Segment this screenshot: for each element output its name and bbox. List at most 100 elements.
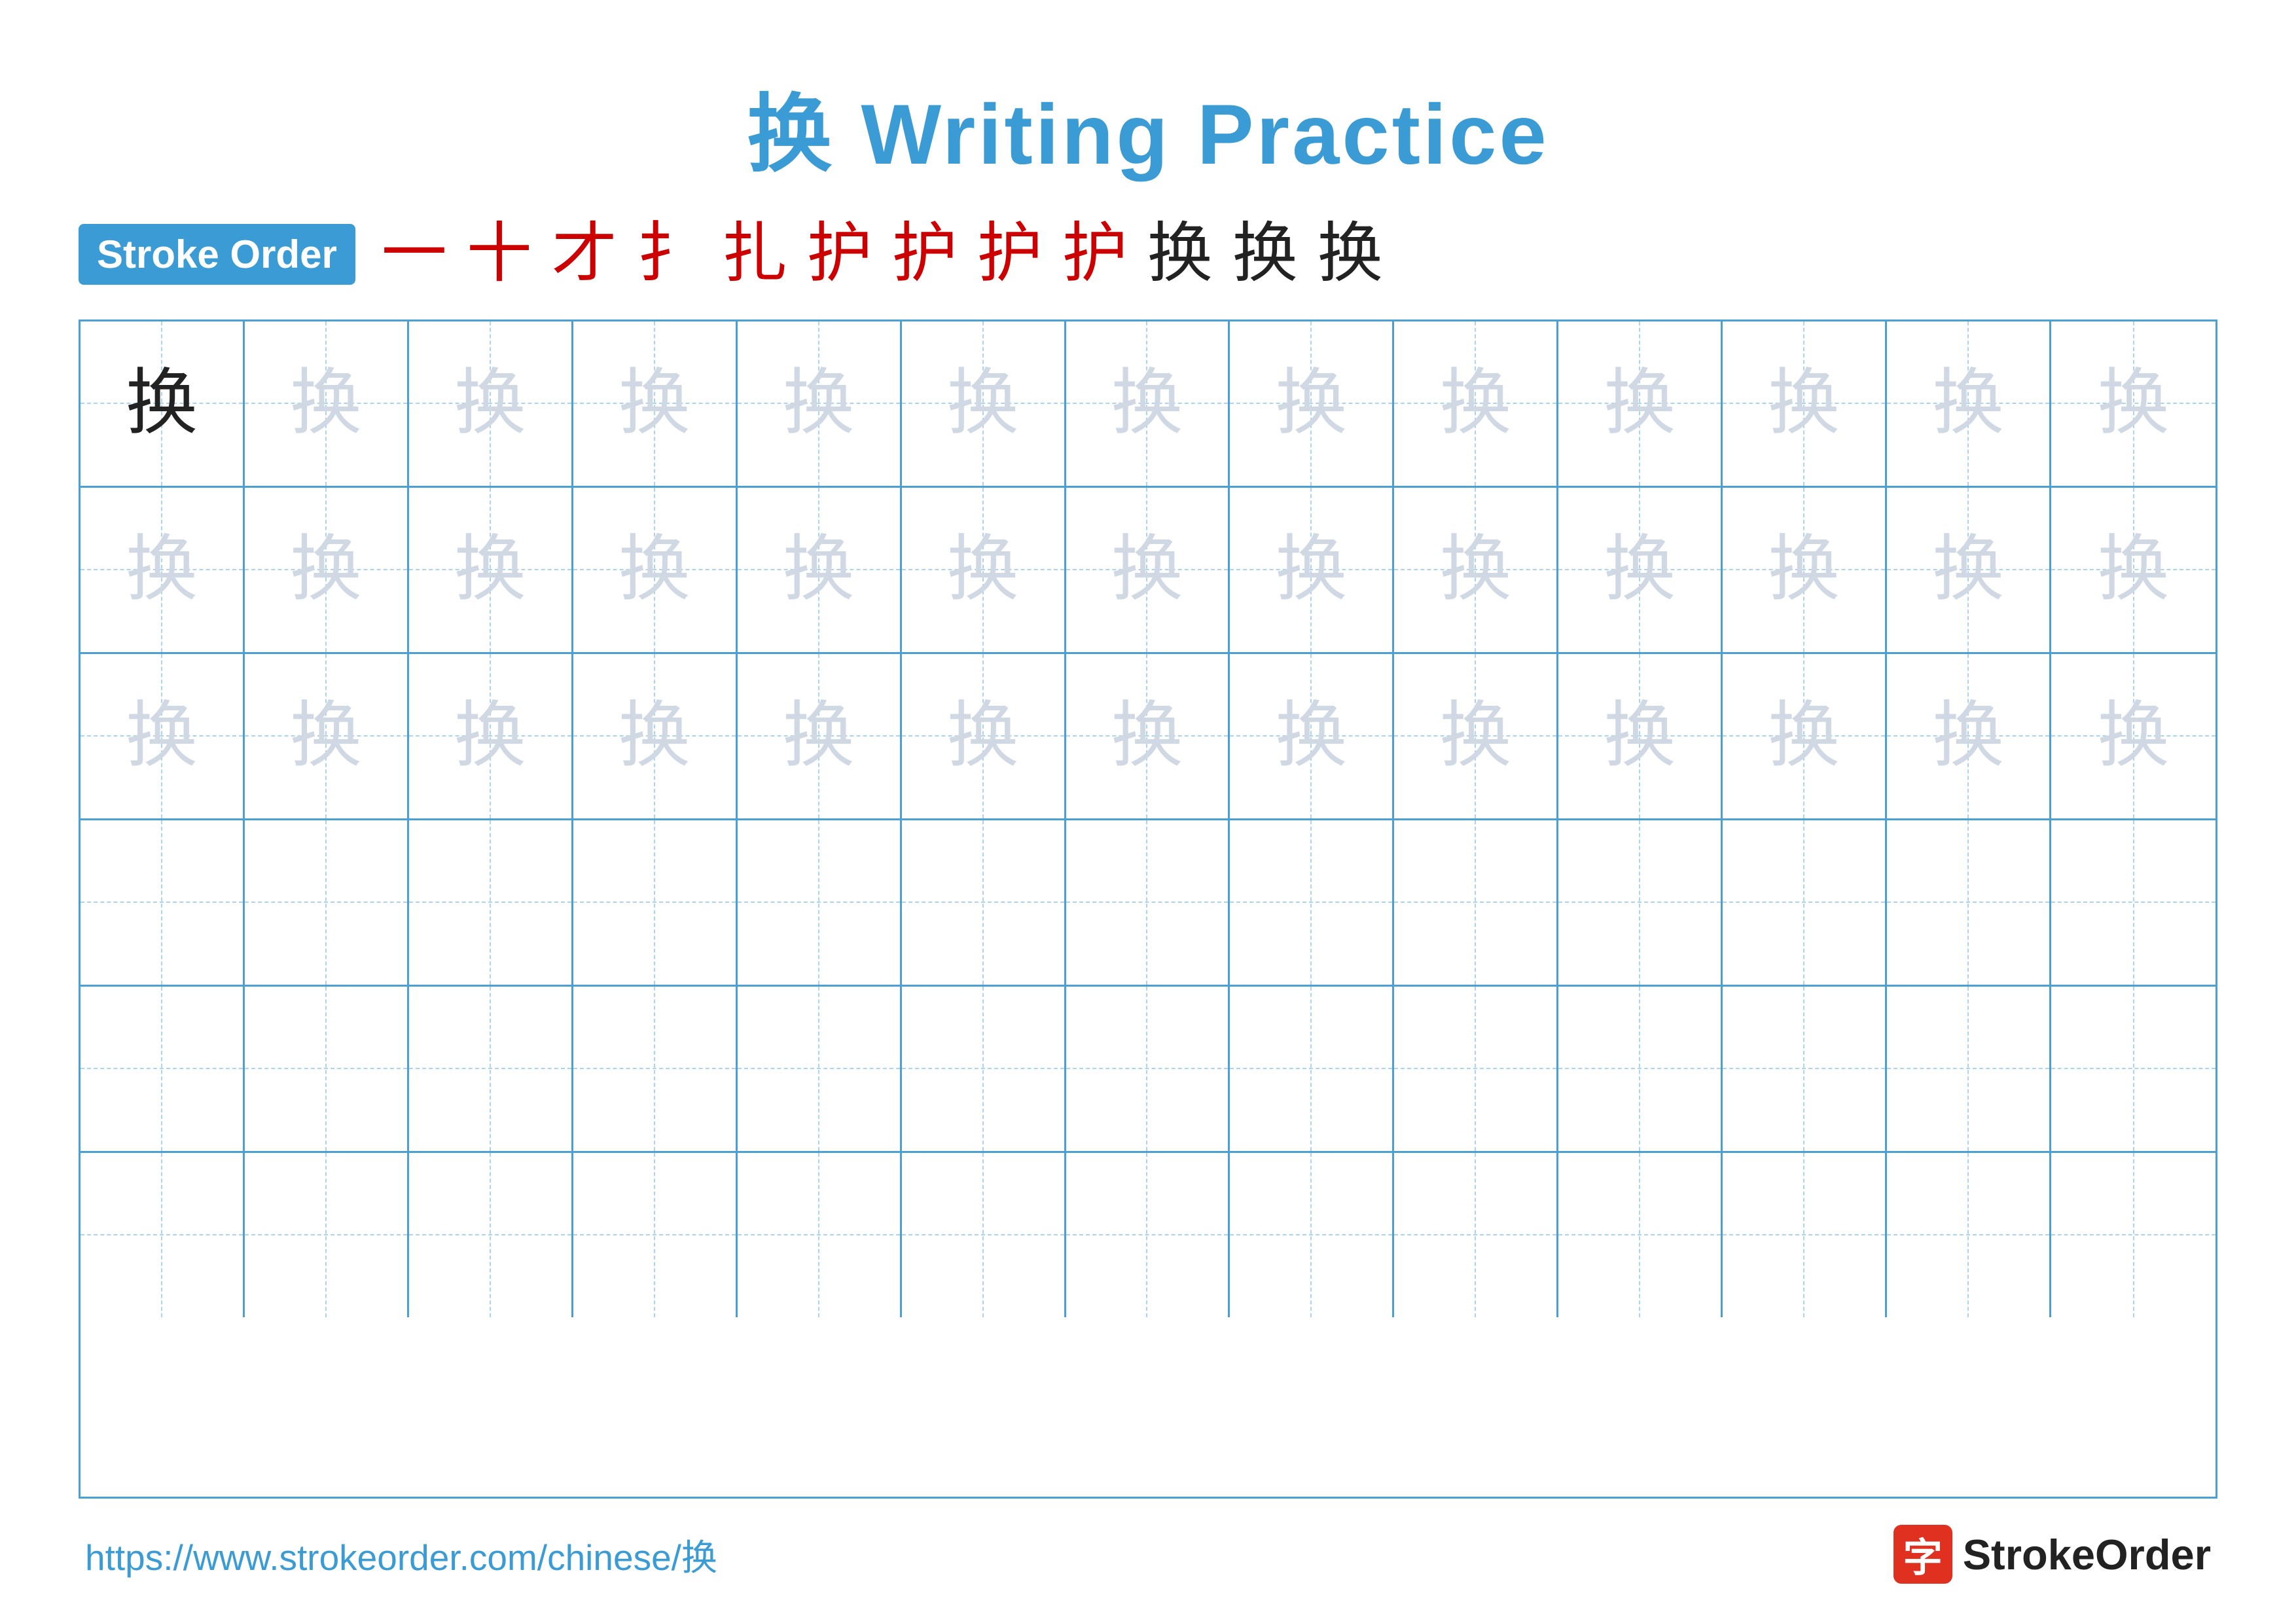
stroke-char-9: 换	[1147, 221, 1213, 287]
grid-cell-3-11[interactable]	[1887, 820, 2051, 985]
stroke-char-2: 才	[552, 221, 617, 287]
grid-cell-4-5[interactable]	[902, 987, 1066, 1151]
grid-cell-2-7[interactable]: 换	[1230, 654, 1394, 818]
grid-cell-0-2[interactable]: 换	[409, 321, 573, 486]
grid-cell-4-9[interactable]	[1558, 987, 1723, 1151]
grid-cell-1-11[interactable]: 换	[1887, 488, 2051, 652]
grid-cell-1-1[interactable]: 换	[245, 488, 409, 652]
grid-cell-1-0[interactable]: 换	[81, 488, 245, 652]
stroke-char-4: 扎	[722, 221, 787, 287]
grid-cell-1-12[interactable]: 换	[2051, 488, 2215, 652]
practice-grid: 换换换换换换换换换换换换换换换换换换换换换换换换换换换换换换换换换换换换换换换	[79, 319, 2217, 1499]
grid-cell-5-8[interactable]	[1394, 1153, 1558, 1317]
grid-cell-0-11[interactable]: 换	[1887, 321, 2051, 486]
grid-cell-4-2[interactable]	[409, 987, 573, 1151]
footer-url[interactable]: https://www.strokeorder.com/chinese/换	[85, 1528, 717, 1580]
grid-cell-4-11[interactable]	[1887, 987, 2051, 1151]
grid-cell-0-6[interactable]: 换	[1066, 321, 1230, 486]
char-light: 换	[947, 367, 1019, 439]
grid-cell-3-10[interactable]	[1723, 820, 1887, 985]
grid-cell-1-8[interactable]: 换	[1394, 488, 1558, 652]
char-light: 换	[2098, 367, 2170, 439]
grid-cell-1-6[interactable]: 换	[1066, 488, 1230, 652]
grid-cell-4-8[interactable]	[1394, 987, 1558, 1151]
grid-cell-0-5[interactable]: 换	[902, 321, 1066, 486]
grid-cell-0-4[interactable]: 换	[738, 321, 902, 486]
grid-cell-3-7[interactable]	[1230, 820, 1394, 985]
grid-cell-1-3[interactable]: 换	[573, 488, 738, 652]
grid-cell-4-6[interactable]	[1066, 987, 1230, 1151]
grid-cell-2-2[interactable]: 换	[409, 654, 573, 818]
char-light: 换	[1439, 367, 1511, 439]
grid-cell-3-2[interactable]	[409, 820, 573, 985]
grid-cell-0-1[interactable]: 换	[245, 321, 409, 486]
char-light: 换	[1768, 367, 1840, 439]
grid-cell-5-4[interactable]	[738, 1153, 902, 1317]
grid-cell-3-0[interactable]	[81, 820, 245, 985]
char-light: 换	[1604, 700, 1676, 772]
grid-cell-2-6[interactable]: 换	[1066, 654, 1230, 818]
grid-cell-4-10[interactable]	[1723, 987, 1887, 1151]
grid-cell-2-11[interactable]: 换	[1887, 654, 2051, 818]
grid-cell-5-0[interactable]	[81, 1153, 245, 1317]
grid-cell-0-7[interactable]: 换	[1230, 321, 1394, 486]
grid-cell-0-0[interactable]: 换	[81, 321, 245, 486]
char-light: 换	[947, 700, 1019, 772]
grid-cell-3-12[interactable]	[2051, 820, 2215, 985]
grid-cell-2-1[interactable]: 换	[245, 654, 409, 818]
grid-cell-5-5[interactable]	[902, 1153, 1066, 1317]
grid-cell-2-5[interactable]: 换	[902, 654, 1066, 818]
grid-cell-0-10[interactable]: 换	[1723, 321, 1887, 486]
grid-cell-0-12[interactable]: 换	[2051, 321, 2215, 486]
char-light: 换	[1932, 700, 2004, 772]
grid-cell-5-9[interactable]	[1558, 1153, 1723, 1317]
grid-cell-5-12[interactable]	[2051, 1153, 2215, 1317]
grid-cell-5-3[interactable]	[573, 1153, 738, 1317]
grid-cell-1-10[interactable]: 换	[1723, 488, 1887, 652]
grid-cell-5-7[interactable]	[1230, 1153, 1394, 1317]
char-light: 换	[783, 367, 855, 439]
grid-cell-3-9[interactable]	[1558, 820, 1723, 985]
grid-cell-4-7[interactable]	[1230, 987, 1394, 1151]
grid-cell-1-7[interactable]: 换	[1230, 488, 1394, 652]
stroke-order-badge: Stroke Order	[79, 224, 355, 285]
grid-cell-1-9[interactable]: 换	[1558, 488, 1723, 652]
stroke-char-5: 护	[807, 221, 872, 287]
grid-cell-3-8[interactable]	[1394, 820, 1558, 985]
grid-cell-4-0[interactable]	[81, 987, 245, 1151]
grid-cell-1-2[interactable]: 换	[409, 488, 573, 652]
grid-cell-5-1[interactable]	[245, 1153, 409, 1317]
grid-cell-5-6[interactable]	[1066, 1153, 1230, 1317]
grid-cell-3-6[interactable]	[1066, 820, 1230, 985]
grid-cell-4-3[interactable]	[573, 987, 738, 1151]
grid-cell-5-2[interactable]	[409, 1153, 573, 1317]
grid-cell-3-3[interactable]	[573, 820, 738, 985]
grid-cell-1-4[interactable]: 换	[738, 488, 902, 652]
grid-cell-1-5[interactable]: 换	[902, 488, 1066, 652]
char-light: 换	[1768, 700, 1840, 772]
grid-cell-2-10[interactable]: 换	[1723, 654, 1887, 818]
grid-cell-2-3[interactable]: 换	[573, 654, 738, 818]
char-light: 换	[1932, 367, 2004, 439]
grid-cell-0-9[interactable]: 换	[1558, 321, 1723, 486]
grid-cell-0-3[interactable]: 换	[573, 321, 738, 486]
grid-cell-3-1[interactable]	[245, 820, 409, 985]
footer-logo: 字 StrokeOrder	[1893, 1525, 2211, 1584]
grid-cell-2-0[interactable]: 换	[81, 654, 245, 818]
grid-cell-5-10[interactable]	[1723, 1153, 1887, 1317]
grid-cell-4-4[interactable]	[738, 987, 902, 1151]
grid-cell-3-4[interactable]	[738, 820, 902, 985]
grid-row-5	[81, 1153, 2215, 1317]
page: 换 Writing Practice Stroke Order 一十才扌扎护护护…	[0, 0, 2296, 1623]
grid-cell-2-4[interactable]: 换	[738, 654, 902, 818]
grid-cell-3-5[interactable]	[902, 820, 1066, 985]
grid-cell-0-8[interactable]: 换	[1394, 321, 1558, 486]
grid-cell-4-12[interactable]	[2051, 987, 2215, 1151]
grid-cell-2-12[interactable]: 换	[2051, 654, 2215, 818]
footer: https://www.strokeorder.com/chinese/换 字 …	[79, 1525, 2217, 1584]
char-light: 换	[454, 534, 526, 606]
grid-cell-2-9[interactable]: 换	[1558, 654, 1723, 818]
grid-cell-2-8[interactable]: 换	[1394, 654, 1558, 818]
grid-cell-4-1[interactable]	[245, 987, 409, 1151]
grid-cell-5-11[interactable]	[1887, 1153, 2051, 1317]
